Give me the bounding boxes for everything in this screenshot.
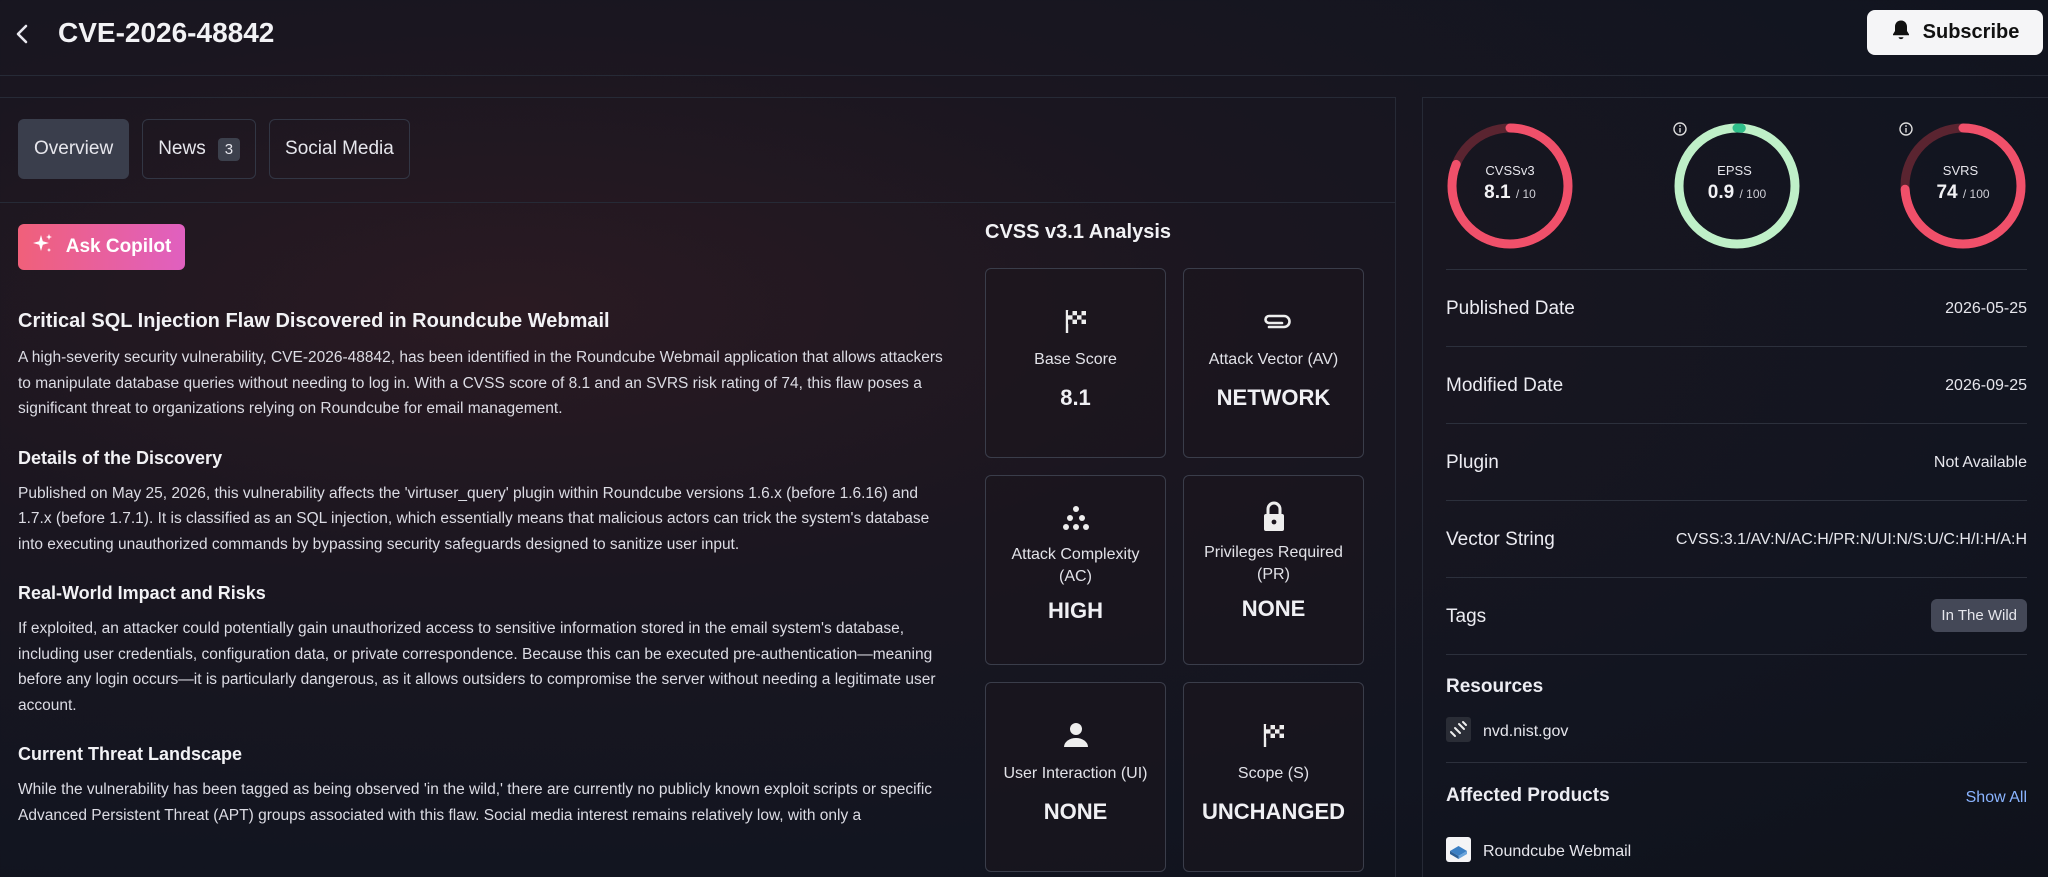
resource-label: nvd.nist.gov [1483,723,1569,740]
vector-string-row: Vector String CVSS:3.1/AV:N/AC:H/PR:N/UI… [1446,500,2027,577]
ask-copilot-label: Ask Copilot [65,236,172,257]
metric-label: Attack Vector (AV) [1208,351,1339,368]
metric-card-scope: Scope (S) UNCHANGED [1183,682,1364,872]
modified-date: 2026-09-25 [1945,377,2027,394]
article-title: Critical SQL Injection Flaw Discovered i… [18,310,610,332]
tags-row: Tags In The Wild [1446,577,2027,654]
dots-icon [1062,504,1090,532]
section-body: While the vulnerability has been tagged … [18,781,933,824]
gauge-max: / 100 [1739,186,1767,201]
show-all-link[interactable]: Show All [1966,789,2027,807]
section-body: If exploited, an attacker could potentia… [18,620,936,714]
product-item[interactable]: Roundcube Webmail [1446,837,1631,867]
section-heading: Resources [1446,676,1544,697]
top-bar: CVE-2026-48842 Subscribe [0,0,2048,76]
metric-value: NONE [1043,799,1108,824]
link-icon [1446,717,1471,747]
article: Critical SQL Injection Flaw Discovered i… [18,310,948,828]
plugin-value: Not Available [1933,454,2027,471]
lock-icon [1260,500,1288,531]
gauge-value: 0.9 [1707,181,1735,203]
divider [0,202,1396,203]
section-heading: Affected Products [1446,785,1610,806]
metric-value: HIGH [1048,598,1103,623]
article-intro: A high-severity security vulnerability, … [18,349,943,417]
metric-label: Base Score [1034,351,1117,368]
info-key: Published Date [1446,298,1575,319]
product-logo-icon [1446,837,1471,867]
metric-label: Attack Complexity (AC) [1011,546,1140,585]
affected-products-section: Affected Products Show All Roundcube Web… [1446,762,2027,877]
gauge-max: / 100 [1962,186,1990,201]
metric-value: UNCHANGED [1202,799,1345,824]
section-body: Published on May 25, 2026, this vulnerab… [18,484,930,553]
published-date: 2026-05-25 [1945,300,2027,317]
product-label: Roundcube Webmail [1483,843,1632,860]
info-key: Modified Date [1446,375,1564,396]
metric-card-user-interaction: User Interaction (UI) NONE [985,682,1166,872]
metric-card-base-score: Base Score 8.1 [985,268,1166,458]
paperclip-icon [1260,307,1291,335]
flag-icon [1062,307,1090,335]
gauge-max: / 10 [1515,186,1536,201]
published-date-row: Published Date 2026-05-25 [1446,269,2027,346]
info-key: Tags [1446,606,1487,627]
back-arrow-icon[interactable] [8,20,36,48]
plugin-row: Plugin Not Available [1446,423,2027,500]
metric-value: NONE [1241,596,1306,621]
vector-string: CVSS:3.1/AV:N/AC:H/PR:N/UI:N/S:U/C:H/I:H… [1675,531,2027,548]
metric-label: Privileges Required (PR) [1204,544,1343,583]
sparkle-icon [32,233,54,261]
svrs-score-gauge: SVRS 74 / 100 [1899,122,2027,250]
cvss-analysis-title: CVSS v3.1 Analysis [985,221,1172,243]
gauge-label: EPSS [1717,162,1752,178]
cvss-score-gauge: CVSSv3 8.1 / 10 [1446,122,1574,250]
gauge-value: 74 [1936,181,1958,203]
gauge-value: 8.1 [1484,181,1511,203]
info-key: Plugin [1446,452,1499,473]
epss-score-gauge: EPSS 0.9 / 100 [1673,122,1801,250]
section-heading: Current Threat Landscape [18,744,243,764]
metric-label: User Interaction (UI) [1003,765,1148,782]
tab-overview[interactable]: Overview [18,119,130,179]
tab-bar: Overview News 3 Social Media [18,119,410,179]
subscribe-label: Subscribe [1922,21,2020,43]
section-heading: Real-World Impact and Risks [18,583,266,603]
news-count-badge: 3 [217,137,241,161]
resource-link[interactable]: nvd.nist.gov [1446,717,1568,747]
metric-card-attack-vector: Attack Vector (AV) NETWORK [1183,268,1364,458]
tab-label: Overview [34,138,114,159]
metric-value: 8.1 [1060,385,1091,410]
tab-label: News [158,138,206,159]
info-key: Vector String [1446,529,1555,550]
subscribe-button[interactable]: Subscribe [1867,10,2043,55]
person-icon [1062,721,1090,749]
modified-date-row: Modified Date 2026-09-25 [1446,346,2027,423]
metric-value: NETWORK [1216,385,1331,410]
tag-in-the-wild[interactable]: In The Wild [1931,599,2027,632]
gauge-label: SVRS [1942,162,1979,178]
tab-label: Social Media [285,138,394,159]
gauge-label: CVSSv3 [1485,162,1535,178]
resources-section: Resources nvd.nist.gov [1446,654,2027,762]
metric-card-attack-complexity: Attack Complexity (AC) HIGH [985,475,1166,665]
bell-icon [1891,19,1911,47]
tab-social-media[interactable]: Social Media [269,119,410,179]
metric-card-privileges-required: Privileges Required (PR) NONE [1183,475,1364,665]
ask-copilot-button[interactable]: Ask Copilot [18,224,185,270]
flag-icon [1260,721,1288,749]
page-title: CVE-2026-48842 [58,17,275,48]
tab-news[interactable]: News 3 [142,119,257,179]
metric-label: Scope (S) [1237,765,1310,782]
section-heading: Details of the Discovery [18,447,223,468]
